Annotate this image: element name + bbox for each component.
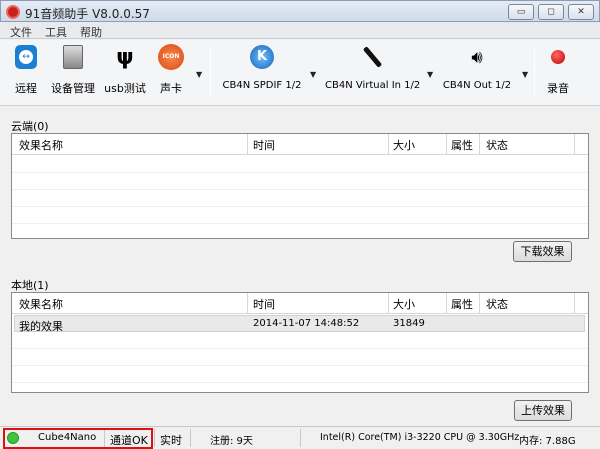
effect-time: 2014-11-07 14:48:52 <box>253 318 360 329</box>
column-attr[interactable]: 属性 <box>451 296 473 312</box>
column-size[interactable]: 大小 <box>393 296 415 312</box>
effect-name: 我的效果 <box>19 320 63 333</box>
download-effect-button[interactable]: 下载效果 <box>513 241 572 262</box>
record-icon <box>545 44 571 70</box>
effect-size: 31849 <box>393 318 425 329</box>
out-dropdown-icon[interactable]: ▼ <box>522 70 528 79</box>
menu-help[interactable]: 帮助 <box>80 24 102 40</box>
virtual-in-label: CB4N Virtual In 1/2 <box>325 80 421 91</box>
spdif-label: CB4N SPDIF 1/2 <box>222 80 302 91</box>
virtual-in-button[interactable]: CB4N Virtual In 1/2 <box>325 44 421 91</box>
teamviewer-icon: ↔ <box>13 44 39 70</box>
menu-tools[interactable]: 工具 <box>45 24 67 40</box>
registration-status: 注册: 9天 <box>210 436 253 447</box>
soundcard-dropdown-icon[interactable]: ▼ <box>196 70 202 79</box>
toolbar: ↔ 远程 设备管理 ψ usb测试 ICON 声卡 ▼ K CB4N SPDIF… <box>0 40 600 106</box>
speaker-icon: 🔊︎ <box>471 46 483 68</box>
column-time[interactable]: 时间 <box>253 137 275 153</box>
virtual-in-dropdown-icon[interactable]: ▼ <box>427 70 433 79</box>
local-effects-table[interactable]: 效果名称 时间 大小 属性 状态 我的效果 2014-11-07 14:48:5… <box>11 292 589 393</box>
toolbar-separator <box>210 48 211 98</box>
column-status[interactable]: 状态 <box>486 296 508 312</box>
column-size[interactable]: 大小 <box>393 137 415 153</box>
column-name[interactable]: 效果名称 <box>19 137 63 153</box>
out-label: CB4N Out 1/2 <box>442 80 512 91</box>
cloud-effects-table[interactable]: 效果名称 时间 大小 属性 状态 <box>11 133 589 239</box>
record-button[interactable]: 录音 <box>544 44 572 96</box>
remote-button[interactable]: ↔ 远程 <box>12 44 40 96</box>
record-label: 录音 <box>547 82 569 95</box>
microphone-icon <box>359 44 385 70</box>
soundcard-label: 声卡 <box>160 82 182 95</box>
usb-icon: ψ <box>116 44 134 70</box>
column-name[interactable]: 效果名称 <box>19 296 63 312</box>
memory-info: 内存: 7.88G <box>519 436 576 447</box>
window-title: 91音频助手 V8.0.0.57 <box>25 7 150 21</box>
device-manager-label: 设备管理 <box>51 82 95 95</box>
local-section-label: 本地(1) <box>11 279 49 292</box>
menu-bar: 文件 工具 帮助 <box>0 22 600 39</box>
table-header: 效果名称 时间 大小 属性 状态 <box>12 134 588 155</box>
usb-test-button[interactable]: ψ usb测试 <box>104 44 146 96</box>
upload-effect-button[interactable]: 上传效果 <box>514 400 572 421</box>
out-button[interactable]: 🔊︎ CB4N Out 1/2 <box>442 44 512 92</box>
icon-soundcard-logo: ICON <box>158 44 184 70</box>
title-bar: 91音频助手 V8.0.0.57 ▭ ◻ ✕ <box>0 0 600 22</box>
device-manager-icon <box>60 44 86 70</box>
cloud-section-label: 云端(0) <box>11 120 49 133</box>
k-logo-icon: K <box>249 44 275 70</box>
status-bar: Cube4Nano 通道OK 实时 注册: 9天 Intel(R) Core(T… <box>0 426 600 449</box>
table-header: 效果名称 时间 大小 属性 状态 <box>12 293 588 314</box>
table-row[interactable]: 我的效果 2014-11-07 14:48:52 31849 <box>14 315 585 333</box>
device-manager-button[interactable]: 设备管理 <box>48 44 98 96</box>
spdif-button[interactable]: K CB4N SPDIF 1/2 <box>220 44 304 91</box>
spdif-dropdown-icon[interactable]: ▼ <box>310 70 316 79</box>
remote-label: 远程 <box>15 82 37 95</box>
mode-status: 实时 <box>160 434 182 447</box>
soundcard-button[interactable]: ICON 声卡 <box>156 44 186 96</box>
usb-test-label: usb测试 <box>104 82 146 95</box>
maximize-button[interactable]: ◻ <box>538 4 564 20</box>
menu-file[interactable]: 文件 <box>10 24 32 40</box>
minimize-button[interactable]: ▭ <box>508 4 534 20</box>
column-attr[interactable]: 属性 <box>451 137 473 153</box>
app-logo-icon <box>6 5 20 19</box>
highlight-box <box>3 428 153 449</box>
column-time[interactable]: 时间 <box>253 296 275 312</box>
cpu-info: Intel(R) Core(TM) i3-3220 CPU @ 3.30GHz <box>320 432 520 443</box>
toolbar-separator <box>534 48 535 98</box>
column-status[interactable]: 状态 <box>486 137 508 153</box>
close-button[interactable]: ✕ <box>568 4 594 20</box>
